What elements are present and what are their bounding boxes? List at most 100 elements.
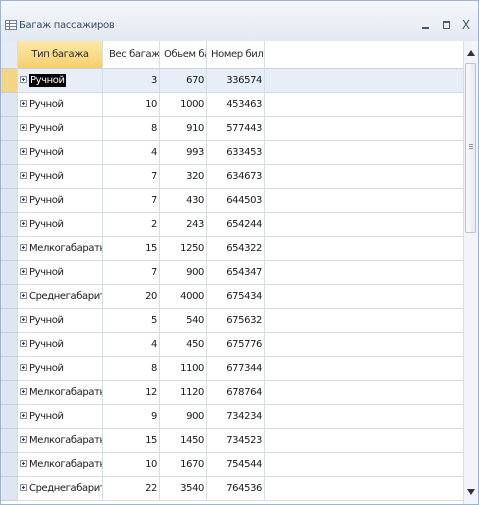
cell-weight[interactable]: 8 <box>103 357 160 381</box>
table-row[interactable]: Ручной 8 1100 677344 <box>1 357 463 381</box>
cell-type[interactable]: Среднегабаритный <box>18 285 103 309</box>
expand-plus-icon[interactable] <box>20 339 27 347</box>
cell-type[interactable]: Ручной <box>18 189 103 213</box>
cell-volume[interactable]: 4000 <box>160 285 207 309</box>
scroll-up-icon[interactable] <box>467 50 475 56</box>
cell-ticket[interactable]: 336574 <box>207 69 265 93</box>
cell-type[interactable]: Ручной <box>18 357 103 381</box>
cell-weight[interactable]: 4 <box>103 333 160 357</box>
expand-plus-icon[interactable] <box>20 171 27 179</box>
cell-ticket[interactable]: 675632 <box>207 309 265 333</box>
expand-plus-icon[interactable] <box>20 459 27 467</box>
table-row[interactable]: Ручной 2 243 654244 <box>1 213 463 237</box>
cell-type[interactable]: Ручной <box>18 69 103 93</box>
cell-volume[interactable]: 540 <box>160 309 207 333</box>
cell-volume[interactable]: 430 <box>160 189 207 213</box>
cell-volume[interactable]: 993 <box>160 141 207 165</box>
row-selector[interactable] <box>1 357 18 381</box>
table-row[interactable]: Ручной 10 1000 453463 <box>1 93 463 117</box>
expand-plus-icon[interactable] <box>20 483 27 491</box>
vertical-scrollbar[interactable] <box>463 41 478 504</box>
cell-weight[interactable]: 2 <box>103 213 160 237</box>
table-row[interactable]: Среднегабаритный223540764536 <box>1 477 463 501</box>
cell-type[interactable]: Мелкогабаратный <box>18 429 103 453</box>
table-row[interactable]: Мелкогабаратный101670754544 <box>1 453 463 477</box>
cell-ticket[interactable]: 634673 <box>207 165 265 189</box>
cell-type[interactable]: Среднегабаритный <box>18 477 103 501</box>
table-row[interactable]: Мелкогабаратный121120678764 <box>1 381 463 405</box>
close-icon[interactable]: X <box>458 18 474 32</box>
cell-weight[interactable]: 12 <box>103 381 160 405</box>
cell-weight[interactable]: 7 <box>103 189 160 213</box>
expand-plus-icon[interactable] <box>20 75 27 83</box>
expand-plus-icon[interactable] <box>20 219 27 227</box>
row-selector[interactable] <box>1 117 18 141</box>
row-selector[interactable] <box>1 165 18 189</box>
expand-plus-icon[interactable] <box>20 291 27 299</box>
cell-volume[interactable]: 243 <box>160 213 207 237</box>
row-selector[interactable] <box>1 93 18 117</box>
expand-plus-icon[interactable] <box>20 99 27 107</box>
cell-weight[interactable]: 10 <box>103 453 160 477</box>
expand-plus-icon[interactable] <box>20 411 27 419</box>
row-selector[interactable] <box>1 141 18 165</box>
row-selector[interactable] <box>1 189 18 213</box>
select-all-corner[interactable] <box>1 41 18 69</box>
row-selector[interactable] <box>1 261 18 285</box>
minimize-icon[interactable] <box>417 18 433 32</box>
expand-plus-icon[interactable] <box>20 315 27 323</box>
table-row[interactable]: Мелкогабаратный151250654322 <box>1 237 463 261</box>
table-row[interactable]: Ручной 4 993 633453 <box>1 141 463 165</box>
expand-plus-icon[interactable] <box>20 243 27 251</box>
cell-type[interactable]: Ручной <box>18 165 103 189</box>
cell-type[interactable]: Ручной <box>18 261 103 285</box>
cell-ticket[interactable]: 678764 <box>207 381 265 405</box>
expand-plus-icon[interactable] <box>20 147 27 155</box>
maximize-icon[interactable] <box>438 18 454 32</box>
cell-type[interactable]: Ручной <box>18 117 103 141</box>
cell-ticket[interactable]: 453463 <box>207 93 265 117</box>
expand-plus-icon[interactable] <box>20 267 27 275</box>
table-row[interactable]: Ручной 8 910 577443 <box>1 117 463 141</box>
expand-plus-icon[interactable] <box>20 387 27 395</box>
cell-volume[interactable]: 1120 <box>160 381 207 405</box>
cell-type[interactable]: Мелкогабаратный <box>18 453 103 477</box>
cell-ticket[interactable]: 764536 <box>207 477 265 501</box>
cell-type[interactable]: Ручной <box>18 93 103 117</box>
cell-weight[interactable]: 22 <box>103 477 160 501</box>
cell-volume[interactable]: 320 <box>160 165 207 189</box>
cell-ticket[interactable]: 754544 <box>207 453 265 477</box>
column-header-ticket[interactable]: Номер биле <box>207 41 265 69</box>
table-row[interactable]: Ручной 7 900 654347 <box>1 261 463 285</box>
row-selector[interactable] <box>1 285 18 309</box>
cell-weight[interactable]: 15 <box>103 429 160 453</box>
cell-ticket[interactable]: 654244 <box>207 213 265 237</box>
cell-type[interactable]: Ручной <box>18 213 103 237</box>
row-selector[interactable] <box>1 333 18 357</box>
cell-weight[interactable]: 8 <box>103 117 160 141</box>
cell-weight[interactable]: 7 <box>103 165 160 189</box>
expand-plus-icon[interactable] <box>20 195 27 203</box>
expand-plus-icon[interactable] <box>20 123 27 131</box>
cell-ticket[interactable]: 675776 <box>207 333 265 357</box>
column-header-type[interactable]: Тип багажа <box>18 41 103 69</box>
cell-volume[interactable]: 1670 <box>160 453 207 477</box>
scrollbar-thumb[interactable] <box>465 63 476 233</box>
cell-weight[interactable]: 5 <box>103 309 160 333</box>
cell-weight[interactable]: 15 <box>103 237 160 261</box>
cell-ticket[interactable]: 675434 <box>207 285 265 309</box>
cell-weight[interactable]: 10 <box>103 93 160 117</box>
table-row[interactable]: Ручной 7 430 644503 <box>1 189 463 213</box>
table-row[interactable]: Ручной 4 450 675776 <box>1 333 463 357</box>
cell-volume[interactable]: 900 <box>160 261 207 285</box>
scroll-down-icon[interactable] <box>467 489 475 495</box>
cell-type[interactable]: Мелкогабаратный <box>18 381 103 405</box>
row-selector[interactable] <box>1 453 18 477</box>
cell-volume[interactable]: 910 <box>160 117 207 141</box>
row-selector[interactable] <box>1 477 18 501</box>
cell-ticket[interactable]: 734523 <box>207 429 265 453</box>
expand-plus-icon[interactable] <box>20 435 27 443</box>
cell-ticket[interactable]: 677344 <box>207 357 265 381</box>
cell-volume[interactable]: 450 <box>160 333 207 357</box>
table-row[interactable]: Ручной 9 900 734234 <box>1 405 463 429</box>
